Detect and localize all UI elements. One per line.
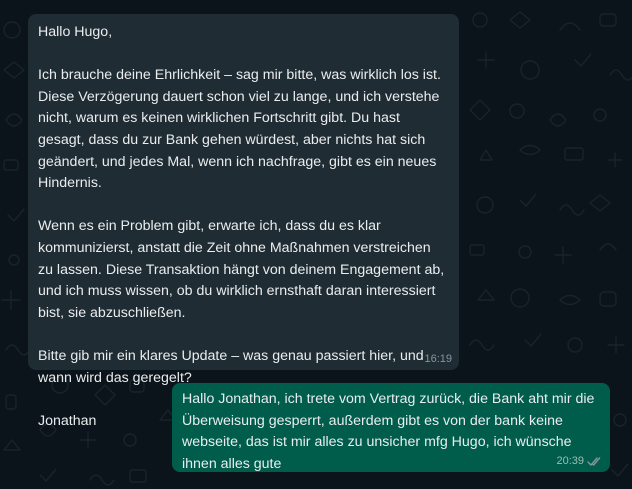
message-paragraph: Ich brauche deine Ehrlichkeit – sag mir … [38,67,445,192]
outgoing-message-bubble[interactable]: Hallo Jonathan, ich trete vom Vertrag zu… [172,383,610,472]
message-meta: 16:19 [424,352,452,367]
message-paragraph: Wenn es ein Problem gibt, erwarte ich, d… [38,218,449,321]
double-check-read-icon [587,457,601,466]
message-meta: 20:39 [556,454,603,469]
chat-area[interactable]: Hallo Hugo, Ich brauche deine Ehrlichkei… [0,0,632,489]
message-greeting: Hallo Hugo, [38,24,113,40]
incoming-message-bubble[interactable]: Hallo Hugo, Ich brauche deine Ehrlichkei… [28,14,459,429]
message-text: Hallo Jonathan, ich trete vom Vertrag zu… [182,391,599,472]
message-timestamp: 20:39 [556,455,584,467]
message-timestamp: 16:19 [424,353,452,365]
